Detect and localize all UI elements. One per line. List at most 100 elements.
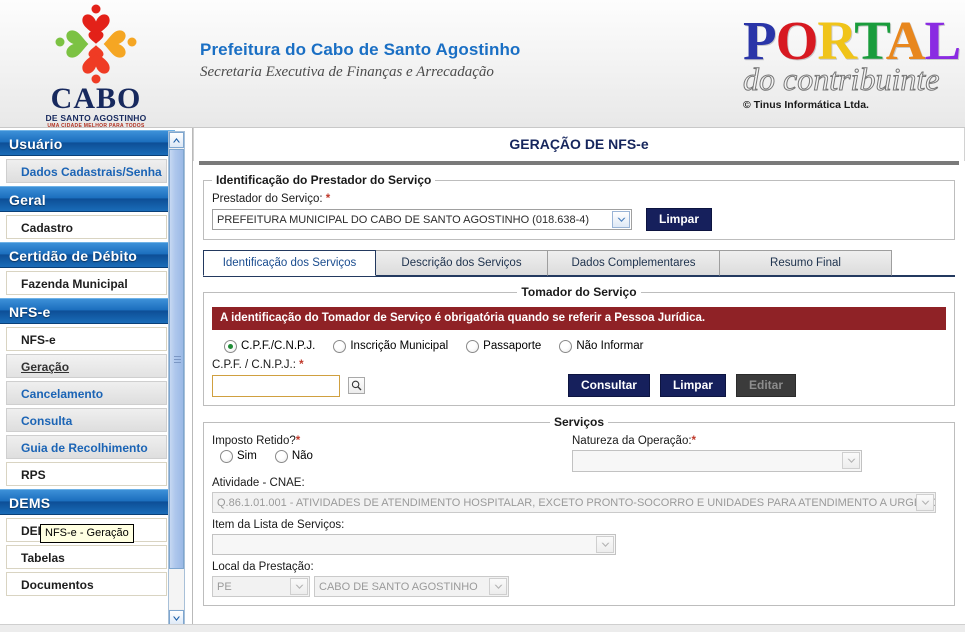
- sidebar-item-rps[interactable]: RPS: [6, 462, 167, 486]
- servicos-fieldset: Serviços Imposto Retido?* Sim Não Naturez…: [203, 415, 955, 606]
- org-title: Prefeitura do Cabo de Santo Agostinho: [200, 40, 521, 59]
- portal-logo: PORTAL do contribuinte © Tinus Informáti…: [743, 16, 965, 120]
- sidebar-item-dados-cadastrais-senha[interactable]: Dados Cadastrais/Senha: [6, 159, 167, 183]
- natureza-required-mark: *: [691, 435, 697, 447]
- imposto-retido-radio-group: Sim Não: [212, 450, 572, 463]
- natureza-operacao-select[interactable]: [572, 450, 862, 472]
- scroll-up-button[interactable]: [169, 132, 184, 148]
- chevron-down-glyph: [921, 500, 929, 505]
- sidebar-group-certid-o-de-d-bito: Certidão de Débito: [0, 242, 175, 268]
- chevron-down-icon[interactable]: [842, 452, 860, 469]
- limpar-button[interactable]: Limpar: [659, 374, 726, 397]
- portal-subtitle: do contribuinte: [743, 61, 940, 97]
- chevron-down-glyph: [847, 458, 855, 463]
- chevron-down-icon: [489, 578, 507, 595]
- chevron-down-glyph: [494, 584, 502, 589]
- menu-tooltip: NFS-e - Geração: [40, 524, 134, 543]
- sidebar-item-nfs-e[interactable]: NFS-e: [6, 327, 167, 351]
- natureza-label: Natureza da Operação:*: [572, 435, 892, 447]
- prestador-section: Identificação do Prestador do Serviço Pr…: [193, 165, 965, 240]
- org-subtitle: Secretaria Executiva de Finanças e Arrec…: [200, 64, 494, 80]
- radio-button[interactable]: [220, 450, 233, 463]
- prestador-select[interactable]: PREFEITURA MUNICIPAL DO CABO DE SANTO AG…: [212, 209, 632, 230]
- sidebar-item-cadastro[interactable]: Cadastro: [6, 215, 167, 239]
- chevron-down-icon: [916, 494, 934, 511]
- tomador-radio-n-o-informar[interactable]: Não Informar: [559, 340, 643, 353]
- cnae-select: Q.86.1.01.001 - ATIVIDADES DE ATENDIMENT…: [212, 492, 936, 513]
- sidebar-group-usu-rio: Usuário: [0, 130, 175, 156]
- servicos-section: Serviços Imposto Retido?* Sim Não Naturez…: [203, 406, 955, 606]
- tab-resumo-final[interactable]: Resumo Final: [719, 250, 892, 276]
- portal-wordmark: PORTAL: [743, 16, 965, 68]
- natureza-label-text: Natureza da Operação:: [572, 435, 692, 447]
- cpf-cnpj-input[interactable]: [212, 374, 340, 397]
- sidebar-item-gera-o[interactable]: Geração: [6, 354, 167, 378]
- prestador-required-mark: *: [325, 193, 331, 205]
- item-lista-select[interactable]: [212, 534, 616, 555]
- item-lista-label: Item da Lista de Serviços:: [212, 519, 345, 531]
- local-cidade-value: CABO DE SANTO AGOSTINHO: [319, 581, 478, 593]
- logo-wordmark: CABO: [50, 82, 142, 115]
- magnifier-icon[interactable]: [348, 377, 365, 394]
- doc-required-mark: *: [299, 359, 304, 371]
- city-logo: CABO DE SANTO AGOSTINHO UMA CIDADE MELHO…: [42, 4, 150, 127]
- radio-button[interactable]: [559, 340, 573, 353]
- scrollbar-track[interactable]: [169, 149, 184, 609]
- sidebar-item-guia-de-recolhimento[interactable]: Guia de Recolhimento: [6, 435, 167, 459]
- sidebar-group-dems: DEMS: [0, 489, 175, 515]
- prestador-field-label: Prestador do Serviço: *: [212, 193, 946, 205]
- magnifier-glyph: [351, 380, 362, 391]
- page-title: GERAÇÃO DE NFS-e: [193, 128, 965, 161]
- hearts-logo-icon: [55, 4, 137, 84]
- editar-button: Editar: [735, 374, 796, 397]
- tomador-radio-passaporte[interactable]: Passaporte: [466, 340, 541, 353]
- servicos-legend: Serviços: [553, 415, 605, 429]
- tab-dados-complementares[interactable]: Dados Complementares: [547, 250, 720, 276]
- page-body: Usuário Dados Cadastrais/Senha Geral Cadast…: [0, 128, 965, 632]
- chevron-down-icon[interactable]: [596, 536, 614, 553]
- tomador-fieldset: Tomador do Serviço A identificação do To…: [203, 285, 955, 406]
- imposto-required-mark: *: [295, 435, 301, 447]
- cnae-label: Atividade - CNAE:: [212, 477, 305, 489]
- tomador-radio-inscri-o-municipal[interactable]: Inscrição Municipal: [333, 340, 448, 353]
- tab-bar: Identificação dos Serviços Descrição dos …: [203, 250, 965, 276]
- chevron-up-icon: [173, 137, 180, 142]
- imposto-radio-n-o[interactable]: Não: [274, 450, 313, 463]
- local-uf-value: PE: [217, 581, 232, 593]
- sidebar-scrollbar[interactable]: [168, 131, 185, 627]
- doc-field-label: C.P.F. / C.N.P.J.: *: [212, 359, 946, 371]
- scrollbar-thumb[interactable]: [169, 149, 184, 569]
- prestador-selected-value: PREFEITURA MUNICIPAL DO CABO DE SANTO AG…: [217, 214, 590, 226]
- radio-button[interactable]: [333, 340, 347, 353]
- sidebar-item-cancelamento[interactable]: Cancelamento: [6, 381, 167, 405]
- sidebar: Usuário Dados Cadastrais/Senha Geral Cadast…: [0, 128, 193, 632]
- page-footer-strip: [0, 624, 965, 632]
- imposto-radio-sim[interactable]: Sim: [220, 450, 257, 463]
- page-header: CABO DE SANTO AGOSTINHO UMA CIDADE MELHO…: [0, 0, 965, 128]
- radio-button[interactable]: [274, 450, 288, 463]
- tomador-radio-c-p-f-c-n-p-j-[interactable]: C.P.F./C.N.P.J.: [224, 340, 315, 353]
- chevron-down-glyph: [295, 584, 303, 589]
- radio-button[interactable]: [466, 340, 480, 353]
- sidebar-item-tabelas[interactable]: Tabelas: [6, 545, 167, 569]
- sidebar-group-geral: Geral: [0, 186, 175, 212]
- tab-descri-o-dos-servi-os[interactable]: Descrição dos Serviços: [375, 250, 548, 276]
- main-content: GERAÇÃO DE NFS-e Identificação do Presta…: [193, 128, 965, 632]
- sidebar-item-documentos[interactable]: Documentos: [6, 572, 167, 596]
- chevron-down-glyph: [617, 217, 625, 222]
- tomador-action-buttons: Consultar Limpar Editar: [567, 374, 796, 397]
- sidebar-group-nfs-e: NFS-e: [0, 298, 175, 324]
- chevron-down-icon[interactable]: [612, 211, 630, 228]
- local-cidade-select: CABO DE SANTO AGOSTINHO: [314, 576, 509, 597]
- prestador-legend: Identificação do Prestador do Serviço: [216, 173, 432, 187]
- sidebar-item-fazenda-municipal[interactable]: Fazenda Municipal: [6, 271, 167, 295]
- radio-button[interactable]: [224, 340, 237, 353]
- tab-identifica-o-dos-servi-os[interactable]: Identificação dos Serviços: [203, 250, 376, 276]
- consultar-button[interactable]: Consultar: [567, 374, 650, 397]
- radio-label: Não: [291, 450, 313, 462]
- chevron-down-icon: [173, 616, 180, 621]
- logo-subtitle: DE SANTO AGOSTINHO: [45, 113, 147, 123]
- sidebar-item-consulta[interactable]: Consulta: [6, 408, 167, 432]
- cnae-value: Q.86.1.01.001 - ATIVIDADES DE ATENDIMENT…: [217, 497, 936, 509]
- prestador-clear-button[interactable]: Limpar: [646, 208, 713, 231]
